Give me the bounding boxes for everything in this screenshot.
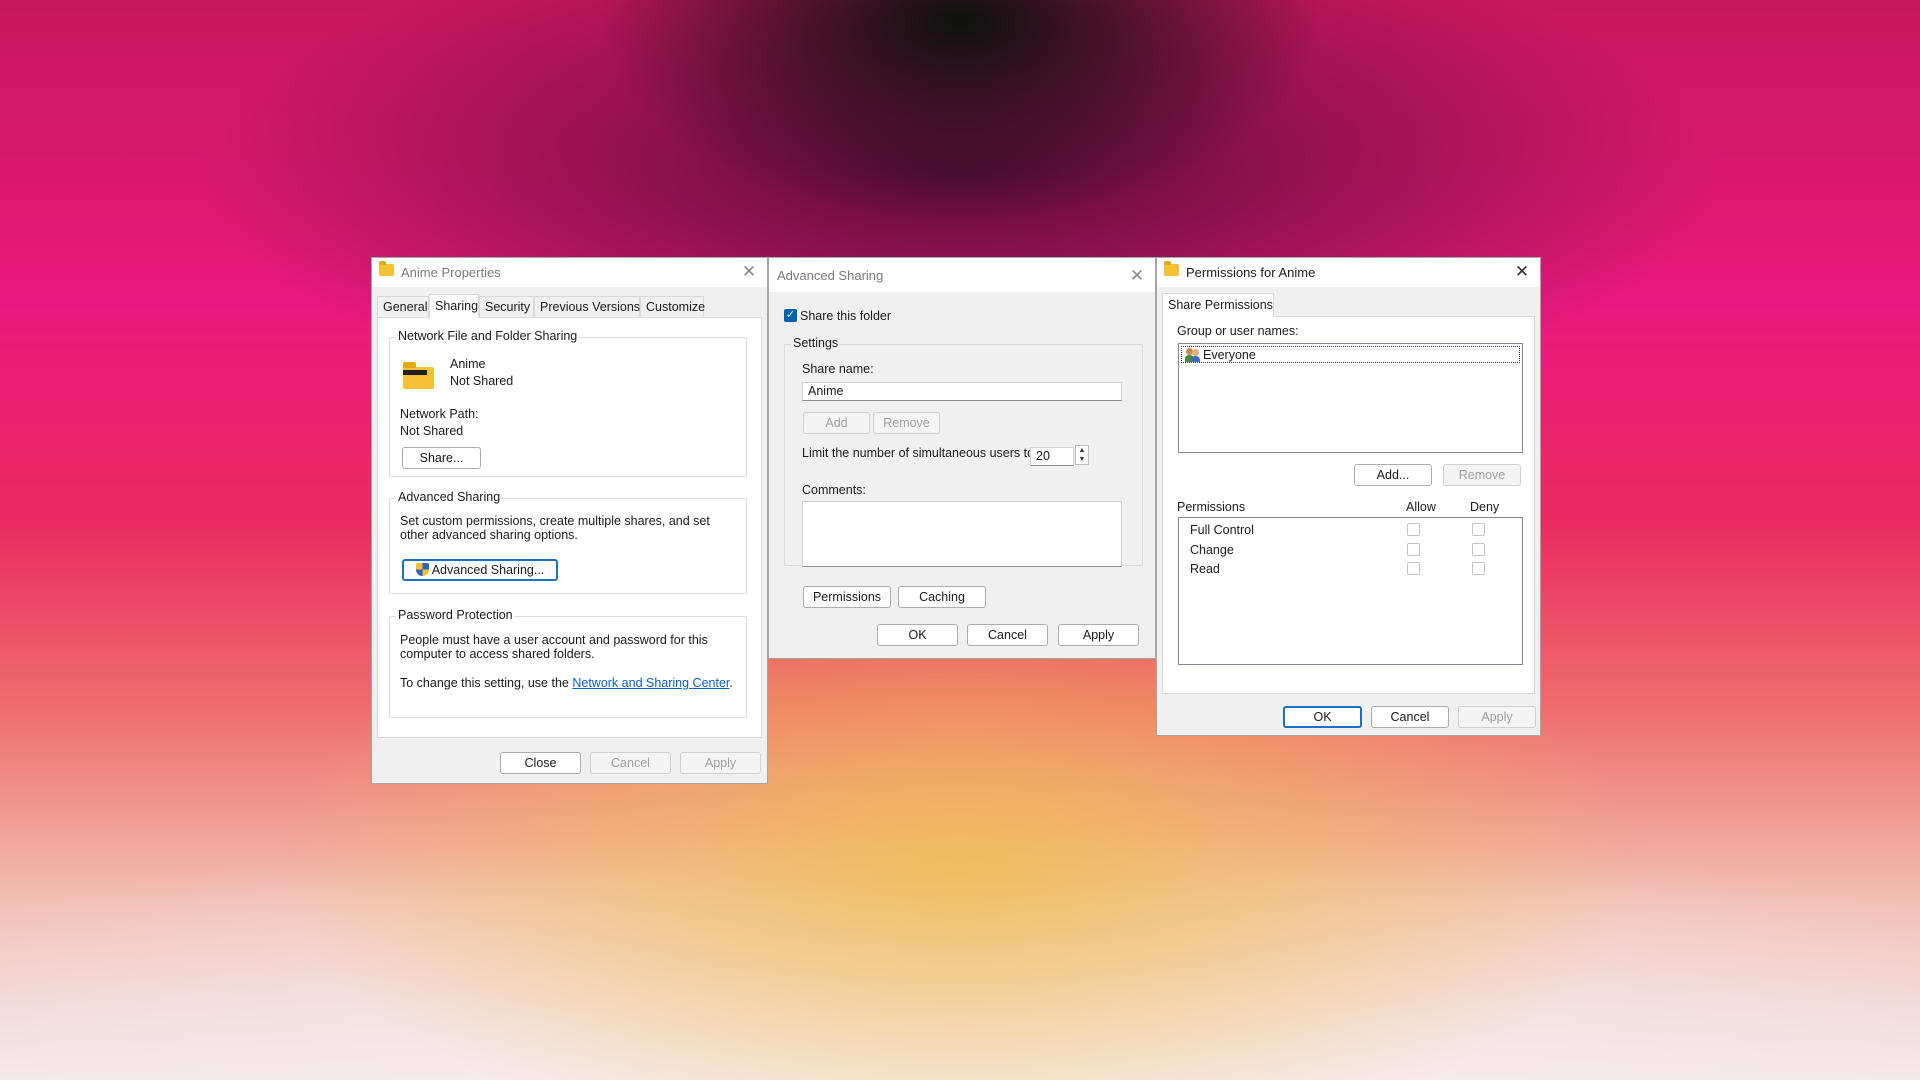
- list-item[interactable]: Everyone: [1181, 346, 1520, 363]
- share-name-label: Share name:: [802, 362, 874, 376]
- user-limit-input[interactable]: 20: [1030, 447, 1074, 466]
- share-folder-checkbox[interactable]: ✓: [784, 309, 797, 322]
- user-name: Everyone: [1203, 348, 1256, 362]
- change-setting-text: To change this setting, use the Network …: [400, 676, 733, 690]
- close-icon[interactable]: ✕: [737, 260, 761, 284]
- permissions-window: Permissions for Anime ✕ Share Permission…: [1156, 257, 1541, 736]
- cancel-button[interactable]: Cancel: [1371, 706, 1449, 728]
- close-icon[interactable]: ✕: [1510, 260, 1534, 284]
- deny-header: Deny: [1470, 500, 1500, 514]
- permission-name: Change: [1190, 543, 1234, 557]
- close-icon[interactable]: ✕: [1125, 264, 1149, 288]
- password-protection-label: Password Protection: [396, 608, 515, 622]
- network-path-label: Network Path:: [400, 407, 479, 421]
- tab-share-permissions[interactable]: Share Permissions: [1162, 293, 1274, 317]
- cancel-button[interactable]: Cancel: [967, 624, 1048, 646]
- change-setting-prefix: To change this setting, use the: [400, 676, 573, 690]
- tab-previous-versions[interactable]: Previous Versions: [534, 296, 640, 317]
- folder-share-status: Not Shared: [450, 374, 514, 388]
- password-protection-description: People must have a user account and pass…: [400, 633, 708, 661]
- comments-label: Comments:: [802, 483, 866, 497]
- share-permissions-panel: Group or user names: Everyone Add... Rem…: [1162, 316, 1535, 694]
- user-list[interactable]: Everyone: [1178, 343, 1523, 453]
- advanced-sharing-label: Advanced Sharing: [396, 490, 503, 504]
- share-folder-label[interactable]: Share this folder: [800, 309, 891, 323]
- advanced-title-bar[interactable]: Advanced Sharing ✕: [769, 258, 1155, 292]
- change-deny-checkbox[interactable]: [1472, 543, 1485, 556]
- network-sharing-label: Network File and Folder Sharing: [396, 329, 580, 343]
- change-allow-checkbox[interactable]: [1407, 543, 1420, 556]
- add-share-button[interactable]: Add: [803, 412, 870, 434]
- permissions-list: Full Control Change Read: [1178, 517, 1523, 665]
- permission-name: Full Control: [1190, 523, 1254, 537]
- anime-properties-window: Anime Properties ✕ General Sharing Secur…: [371, 257, 768, 784]
- change-setting-suffix: .: [729, 676, 733, 690]
- properties-title-bar[interactable]: Anime Properties ✕: [372, 258, 767, 287]
- share-name-input[interactable]: Anime: [802, 382, 1122, 401]
- apply-button[interactable]: Apply: [1058, 624, 1139, 646]
- network-sharing-center-link[interactable]: Network and Sharing Center: [572, 676, 729, 690]
- remove-share-button[interactable]: Remove: [873, 412, 940, 434]
- advanced-sharing-description: Set custom permissions, create multiple …: [400, 514, 710, 542]
- user-limit-label: Limit the number of simultaneous users t…: [802, 446, 1038, 460]
- share-button[interactable]: Share...: [402, 447, 481, 469]
- tab-security[interactable]: Security: [479, 296, 534, 317]
- comments-textarea[interactable]: [802, 501, 1122, 567]
- caching-button[interactable]: Caching: [898, 586, 986, 608]
- advanced-title: Advanced Sharing: [777, 268, 884, 283]
- ok-button[interactable]: OK: [1283, 706, 1362, 728]
- folder-icon: [1164, 261, 1179, 276]
- spin-up-icon[interactable]: ▲: [1076, 446, 1088, 455]
- network-path-value: Not Shared: [400, 424, 464, 438]
- advanced-sharing-group: Advanced Sharing Set custom permissions,…: [389, 490, 747, 594]
- full-control-deny-checkbox[interactable]: [1472, 523, 1485, 536]
- add-user-button[interactable]: Add...: [1354, 464, 1432, 486]
- ok-button[interactable]: OK: [877, 624, 958, 646]
- tab-sharing[interactable]: Sharing: [429, 294, 479, 318]
- close-button[interactable]: Close: [500, 752, 581, 774]
- network-sharing-group: Network File and Folder Sharing Anime No…: [389, 329, 747, 477]
- full-control-allow-checkbox[interactable]: [1407, 523, 1420, 536]
- cancel-button[interactable]: Cancel: [590, 752, 671, 774]
- read-deny-checkbox[interactable]: [1472, 562, 1485, 575]
- folder-icon: [403, 362, 434, 389]
- password-protection-group: Password Protection People must have a u…: [389, 608, 747, 718]
- permissions-title-bar[interactable]: Permissions for Anime ✕: [1157, 258, 1540, 287]
- sharing-tab-panel: Network File and Folder Sharing Anime No…: [377, 317, 762, 738]
- apply-button[interactable]: Apply: [680, 752, 761, 774]
- permissions-title: Permissions for Anime: [1186, 265, 1316, 280]
- advanced-sharing-button-label: Advanced Sharing...: [431, 563, 545, 577]
- remove-user-button[interactable]: Remove: [1443, 464, 1521, 486]
- apply-button[interactable]: Apply: [1458, 706, 1536, 728]
- permissions-button[interactable]: Permissions: [803, 586, 891, 608]
- permissions-header: Permissions: [1177, 500, 1246, 514]
- uac-shield-icon: [415, 563, 429, 576]
- permission-name: Read: [1190, 562, 1220, 576]
- folder-name: Anime: [450, 357, 486, 371]
- allow-header: Allow: [1406, 500, 1436, 514]
- folder-icon: [379, 261, 394, 276]
- advanced-sharing-button[interactable]: Advanced Sharing...: [402, 559, 558, 581]
- spin-down-icon[interactable]: ▼: [1076, 455, 1088, 464]
- properties-title: Anime Properties: [401, 265, 501, 280]
- settings-group: Settings Share name: Anime Add Remove Li…: [784, 336, 1143, 608]
- settings-label: Settings: [791, 336, 841, 350]
- group-user-names-label: Group or user names:: [1177, 324, 1299, 338]
- users-group-icon: [1185, 348, 1201, 362]
- advanced-sharing-window: Advanced Sharing ✕ ✓ Share this folder S…: [768, 257, 1156, 659]
- read-allow-checkbox[interactable]: [1407, 562, 1420, 575]
- tab-general[interactable]: General: [377, 296, 429, 317]
- user-limit-spinner[interactable]: ▲ ▼: [1075, 445, 1089, 465]
- tab-customize[interactable]: Customize: [640, 296, 705, 317]
